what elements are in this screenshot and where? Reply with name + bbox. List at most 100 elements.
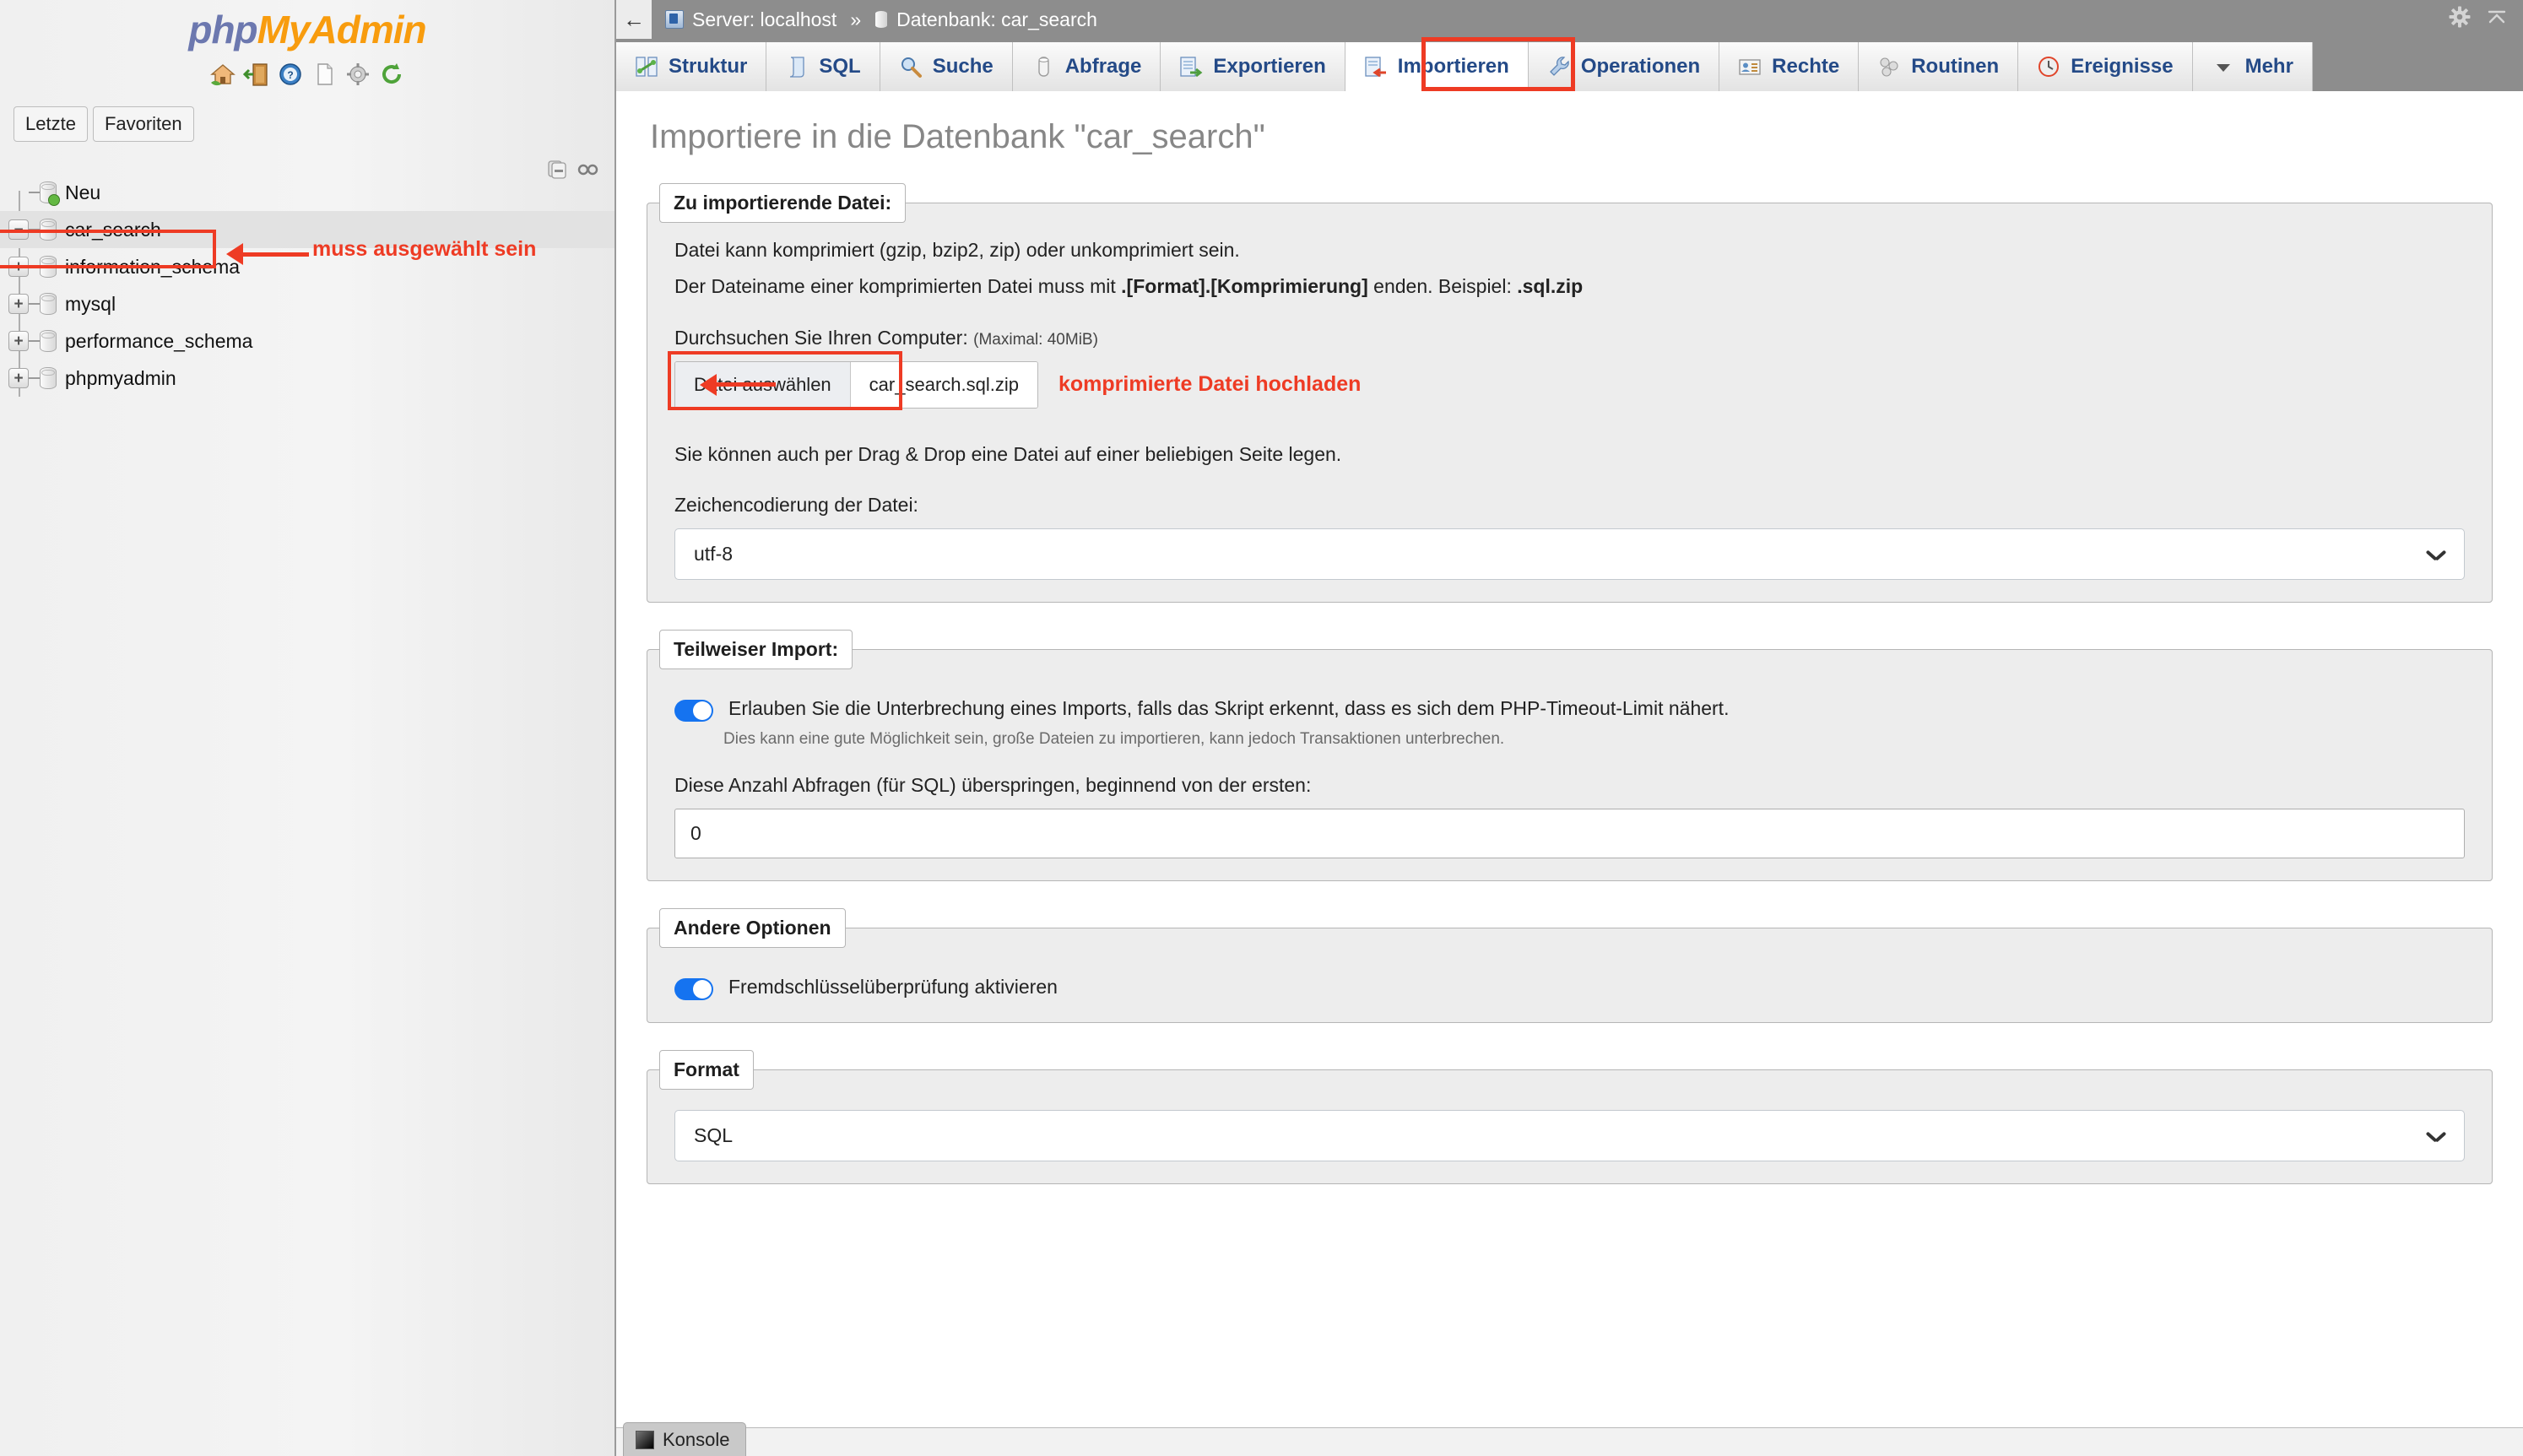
tab-suche[interactable]: Suche <box>880 42 1013 91</box>
tree-expand-toggle[interactable]: + <box>8 331 29 351</box>
sidebar-annotation-text: muss ausgewählt sein <box>312 237 536 262</box>
tab-label: Rechte <box>1772 55 1839 78</box>
tab-ereignisse[interactable]: Ereignisse <box>2018 42 2192 91</box>
tab-rechte[interactable]: Rechte <box>1719 42 1859 91</box>
top-bar: ← Server: localhost » Datenbank: car_sea… <box>616 0 2523 39</box>
logo-my: My <box>257 8 310 51</box>
tree-item-mysql[interactable]: + mysql <box>0 285 615 322</box>
file-annotation-text: komprimierte Datei hochladen <box>1058 372 1361 397</box>
tab-label: Routinen <box>1911 55 1999 78</box>
query-icon <box>1031 55 1055 78</box>
tab-label: Mehr <box>2245 55 2293 78</box>
compression-info-line2: Der Dateiname einer komprimierten Datei … <box>674 273 2465 300</box>
tree-item-label: performance_schema <box>65 330 252 353</box>
allow-interrupt-note: Dies kann eine gute Möglichkeit sein, gr… <box>723 730 2465 749</box>
file-import-legend: Zu importierende Datei: <box>659 183 906 223</box>
breadcrumb-separator: » <box>845 8 866 31</box>
tree-connector <box>29 340 40 342</box>
compression-info-line1: Datei kann komprimiert (gzip, bzip2, zip… <box>674 236 2465 264</box>
skip-queries-input[interactable]: 0 <box>674 809 2465 858</box>
tree-connector <box>29 266 40 268</box>
logout-icon[interactable] <box>243 61 270 88</box>
allow-interrupt-row: Erlauben Sie die Unterbrechung eines Imp… <box>674 696 2465 722</box>
tab-bar: Struktur SQL Suche Abfrage <box>616 39 2523 91</box>
browse-label: Durchsuchen Sie Ihren Computer: <box>674 327 968 349</box>
tab-importieren[interactable]: Importieren <box>1345 42 1529 91</box>
breadcrumb-server[interactable]: Server: localhost <box>692 8 836 31</box>
tree-connector <box>29 192 40 193</box>
file-chooser-row: Datei auswählen car_search.sql.zip kompr… <box>674 361 2465 409</box>
sidebar-tab-favoriten[interactable]: Favoriten <box>93 106 194 142</box>
database-icon <box>40 367 57 389</box>
reload-icon[interactable] <box>378 61 405 88</box>
allow-interrupt-label: Erlauben Sie die Unterbrechung eines Imp… <box>728 696 1729 722</box>
tree-item-label: Neu <box>65 181 100 204</box>
allow-interrupt-toggle[interactable] <box>674 700 713 722</box>
tab-abfrage[interactable]: Abfrage <box>1013 42 1161 91</box>
dragdrop-hint: Sie können auch per Drag & Drop eine Dat… <box>674 441 2465 468</box>
tab-sql[interactable]: SQL <box>766 42 880 91</box>
help-icon[interactable]: ? <box>277 61 304 88</box>
main-panel: ← Server: localhost » Datenbank: car_sea… <box>616 0 2523 1456</box>
foreign-key-check-toggle[interactable] <box>674 978 713 1000</box>
charset-label: Zeichencodierung der Datei: <box>674 494 2465 517</box>
format-select[interactable]: SQL <box>674 1110 2465 1161</box>
sidebar-annotation-arrow <box>226 243 309 265</box>
tab-mehr[interactable]: Mehr <box>2193 42 2313 91</box>
max-size-label: (Maximal: 40MiB) <box>973 331 1098 349</box>
foreign-key-row: Fremdschlüsselüberprüfung aktivieren <box>674 975 2465 1000</box>
console-icon <box>636 1431 654 1449</box>
database-icon <box>40 293 57 315</box>
database-icon <box>874 10 888 29</box>
line2-mid: enden. Beispiel: <box>1368 275 1517 297</box>
format-fieldset: Format SQL <box>647 1050 2493 1184</box>
tree-collapse-toggle[interactable]: − <box>8 219 29 240</box>
tab-label: Importieren <box>1398 55 1509 78</box>
line2-format: .[Format].[Komprimierung] <box>1121 275 1368 297</box>
format-value: SQL <box>694 1124 733 1147</box>
tree-item-label: phpmyadmin <box>65 367 176 390</box>
tab-label: SQL <box>819 55 860 78</box>
tree-item-performance-schema[interactable]: + performance_schema <box>0 322 615 360</box>
tree-item-phpmyadmin[interactable]: + phpmyadmin <box>0 360 615 397</box>
home-icon[interactable] <box>209 61 236 88</box>
browse-label-row: Durchsuchen Sie Ihren Computer: (Maximal… <box>674 327 2465 349</box>
format-legend: Format <box>659 1050 754 1090</box>
wrench-icon <box>1547 55 1571 78</box>
tree-expand-toggle[interactable]: + <box>8 368 29 388</box>
tree-item-label: mysql <box>65 293 116 316</box>
tab-struktur[interactable]: Struktur <box>616 42 766 91</box>
logo[interactable]: phpMyAdmin <box>0 0 615 52</box>
tree-expand-toggle[interactable]: + <box>8 257 29 277</box>
breadcrumb-database[interactable]: Datenbank: car_search <box>896 8 1097 31</box>
collapse-up-icon[interactable] <box>2486 6 2508 33</box>
back-arrow-icon[interactable]: ← <box>616 0 652 39</box>
tree-item-neu[interactable]: Neu <box>0 174 615 211</box>
docs-icon[interactable] <box>311 61 338 88</box>
tab-operationen[interactable]: Operationen <box>1529 42 1719 91</box>
server-icon <box>665 10 684 29</box>
chevron-down-icon <box>2427 1131 2445 1141</box>
gear-icon[interactable] <box>2449 6 2471 33</box>
structure-icon <box>635 55 658 78</box>
logo-admin: Admin <box>310 8 426 51</box>
tree-expand-toggle[interactable]: + <box>8 294 29 314</box>
tab-label: Abfrage <box>1065 55 1142 78</box>
tree-item-label: information_schema <box>65 256 240 279</box>
partial-import-fieldset: Teilweiser Import: Erlauben Sie die Unte… <box>647 630 2493 881</box>
export-icon <box>1179 55 1203 78</box>
database-tree: Neu − car_search + information_schema + … <box>0 174 615 397</box>
tree-toggle-placeholder <box>8 182 29 203</box>
console-label: Konsole <box>663 1429 730 1451</box>
breadcrumb: Server: localhost » Datenbank: car_searc… <box>652 8 1097 31</box>
tab-routinen[interactable]: Routinen <box>1859 42 2018 91</box>
settings-icon[interactable] <box>344 61 371 88</box>
charset-select[interactable]: utf-8 <box>674 528 2465 580</box>
chevron-down-icon <box>2212 55 2235 78</box>
console-toggle[interactable]: Konsole <box>623 1422 746 1456</box>
sidebar-tab-letzte[interactable]: Letzte <box>14 106 88 142</box>
content-area: Importiere in die Datenbank "car_search"… <box>616 91 2523 1456</box>
privileges-icon <box>1738 55 1762 78</box>
file-import-fieldset: Zu importierende Datei: Datei kann kompr… <box>647 183 2493 603</box>
tab-exportieren[interactable]: Exportieren <box>1161 42 1345 91</box>
